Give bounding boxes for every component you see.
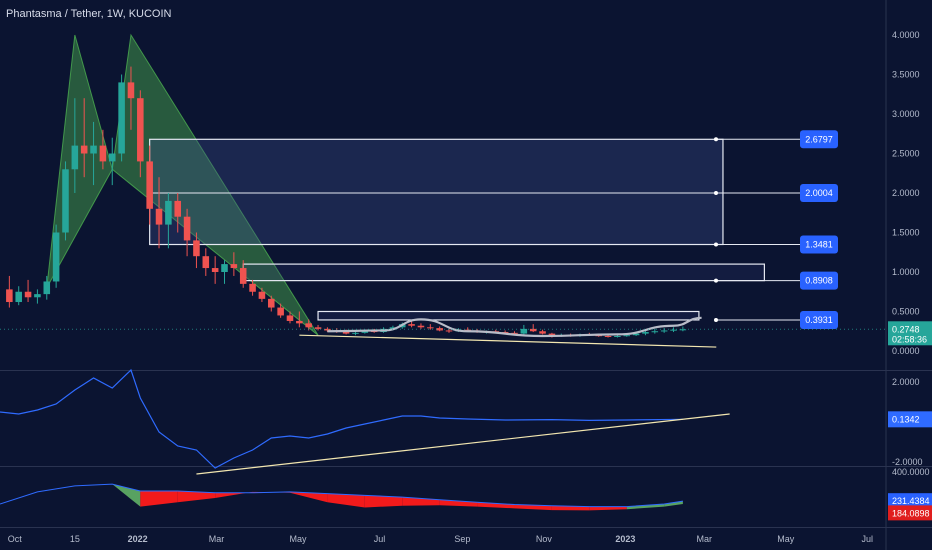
candle-body[interactable] bbox=[408, 324, 415, 326]
candle-body[interactable] bbox=[15, 291, 22, 303]
time-tick-label: 2022 bbox=[128, 534, 148, 544]
time-tick-label: May bbox=[777, 534, 795, 544]
time-tick-label: Sep bbox=[454, 534, 470, 544]
candle-body[interactable] bbox=[43, 281, 51, 295]
indicator-2-tick-label: 400.0000 bbox=[892, 467, 930, 477]
candle-body[interactable] bbox=[529, 328, 537, 332]
candle-body[interactable] bbox=[118, 82, 125, 154]
candle-body[interactable] bbox=[146, 161, 153, 209]
tag-anchor-dot bbox=[714, 278, 718, 283]
candle-body[interactable] bbox=[71, 145, 79, 170]
candle-body[interactable] bbox=[520, 328, 528, 334]
price-tick-label: 1.0000 bbox=[892, 267, 920, 277]
candle-body[interactable] bbox=[651, 331, 659, 333]
candle-body[interactable] bbox=[80, 145, 88, 154]
price-zone-box[interactable] bbox=[317, 310, 700, 321]
price-tick-label: 0.5000 bbox=[892, 307, 920, 317]
price-tick-label: 3.0000 bbox=[892, 109, 920, 119]
candle-body[interactable] bbox=[642, 332, 649, 334]
candle-body[interactable] bbox=[277, 307, 284, 316]
price-tick-label: 2.5000 bbox=[892, 149, 920, 159]
candle-body[interactable] bbox=[417, 325, 425, 328]
indicator-1-value-label: 0.1342 bbox=[892, 414, 920, 424]
candle-body[interactable] bbox=[34, 294, 41, 298]
candle-body[interactable] bbox=[183, 216, 191, 241]
chart-title: Phantasma / Tether, 1W, KUCOIN bbox=[6, 8, 172, 20]
tag-anchor-dot bbox=[714, 190, 718, 195]
price-zone-box[interactable] bbox=[242, 263, 765, 282]
candle-body[interactable] bbox=[52, 232, 60, 282]
price-zone-box[interactable] bbox=[149, 138, 724, 246]
time-tick-label: Mar bbox=[697, 534, 713, 544]
candle-body[interactable] bbox=[445, 330, 453, 332]
candle-body[interactable] bbox=[352, 332, 359, 334]
candle-body[interactable] bbox=[660, 330, 668, 332]
candle-body[interactable] bbox=[230, 264, 238, 269]
tag-anchor-dot bbox=[714, 137, 718, 142]
indicator-2-value-label: 184.0898 bbox=[892, 508, 930, 518]
candle-body[interactable] bbox=[137, 98, 144, 162]
price-tick-label: 1.5000 bbox=[892, 228, 920, 238]
candle-body[interactable] bbox=[127, 82, 135, 99]
candle-body[interactable] bbox=[6, 289, 13, 303]
candle-body[interactable] bbox=[24, 291, 32, 298]
candle-body[interactable] bbox=[211, 268, 219, 272]
time-tick-label: May bbox=[289, 534, 307, 544]
candle-body[interactable] bbox=[286, 315, 294, 321]
candle-body[interactable] bbox=[314, 327, 322, 329]
candle-body[interactable] bbox=[239, 268, 247, 284]
price-tag-label: 2.6797 bbox=[805, 134, 833, 144]
candle-body[interactable] bbox=[539, 331, 546, 334]
price-tick-label: 2.0000 bbox=[892, 188, 920, 198]
candle-body[interactable] bbox=[296, 320, 303, 324]
candle-body[interactable] bbox=[427, 327, 434, 329]
candle-body[interactable] bbox=[108, 153, 116, 162]
candle-body[interactable] bbox=[155, 208, 163, 225]
candle-body[interactable] bbox=[193, 240, 200, 257]
indicator-1-tick-label: -2.0000 bbox=[892, 457, 923, 467]
price-tick-label: 3.5000 bbox=[892, 70, 920, 80]
candle-body[interactable] bbox=[436, 328, 443, 331]
tag-anchor-dot bbox=[714, 317, 718, 322]
chart-svg[interactable]: 2.6797 2.0004 1.3481 0.8908 0.3931 4.0000 3.5… bbox=[0, 0, 932, 550]
time-tick-label: Mar bbox=[209, 534, 225, 544]
price-tick-label: 0.0000 bbox=[892, 346, 920, 356]
indicator-2-value-label: 231.4384 bbox=[892, 496, 930, 506]
indicator-1-tick-label: 2.0000 bbox=[892, 377, 920, 387]
candle-body[interactable] bbox=[249, 283, 256, 292]
candle-body[interactable] bbox=[614, 335, 621, 337]
candle-body[interactable] bbox=[268, 298, 275, 308]
price-tick-label: 4.0000 bbox=[892, 30, 920, 40]
candle-body[interactable] bbox=[670, 329, 677, 331]
candle-body[interactable] bbox=[604, 335, 612, 337]
chart-area[interactable]: 2.6797 2.0004 1.3481 0.8908 0.3931 4.0000 3.5… bbox=[0, 0, 932, 550]
candle-body[interactable] bbox=[221, 264, 228, 272]
last-price-label: 0.2748 bbox=[892, 324, 920, 334]
candle-body[interactable] bbox=[90, 145, 97, 154]
candle-body[interactable] bbox=[623, 335, 631, 337]
candle-body[interactable] bbox=[165, 200, 172, 225]
tag-anchor-dot bbox=[714, 242, 718, 247]
time-tick-label: 15 bbox=[70, 534, 80, 544]
candle-body[interactable] bbox=[62, 169, 69, 233]
time-tick-label: Nov bbox=[536, 534, 553, 544]
candle-body[interactable] bbox=[258, 291, 266, 299]
price-tag-label: 2.0004 bbox=[805, 188, 833, 198]
candle-body[interactable] bbox=[202, 256, 210, 269]
time-tick-label: Jul bbox=[862, 534, 874, 544]
candle-body[interactable] bbox=[305, 323, 312, 328]
bar-countdown-label: 02:58:36 bbox=[892, 334, 927, 344]
price-tag-label: 0.3931 bbox=[805, 315, 833, 325]
price-tag-label: 0.8908 bbox=[805, 276, 833, 286]
time-tick-label: Jul bbox=[374, 534, 386, 544]
candle-body[interactable] bbox=[99, 145, 107, 162]
candle-body[interactable] bbox=[174, 200, 182, 217]
time-tick-label: 2023 bbox=[615, 534, 635, 544]
price-tag-label: 1.3481 bbox=[805, 240, 833, 250]
time-tick-label: Oct bbox=[8, 534, 23, 544]
